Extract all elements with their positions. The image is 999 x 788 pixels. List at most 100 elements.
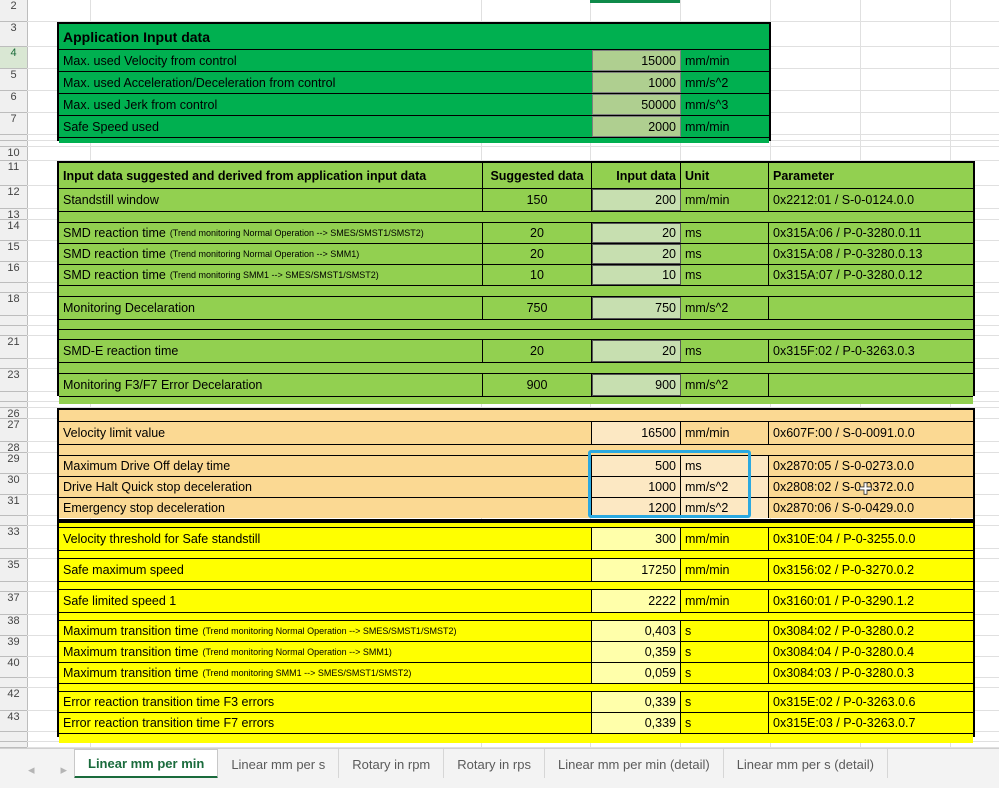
row-value[interactable]: 0,059 <box>592 663 681 683</box>
row-header-19[interactable] <box>0 316 27 326</box>
row-value[interactable]: 0,359 <box>592 642 681 662</box>
row-value[interactable]: 1200 <box>592 498 681 518</box>
row-unit: mm/s^3 <box>681 94 769 115</box>
row-header-31[interactable]: 31 <box>0 495 27 516</box>
sheet-tab-linear-mm-per-min[interactable]: Linear mm per min <box>74 749 219 779</box>
row-header-16[interactable]: 16 <box>0 262 27 283</box>
row-header-43[interactable]: 43 <box>0 711 27 732</box>
row-header-22[interactable] <box>0 359 27 369</box>
grid-area[interactable]: 2 3 4 5 6 7 10 11 12 13 14 15 16 18 21 23 26 27 28 29 30 31 33… <box>0 0 999 748</box>
row-label: SMD reaction time <box>63 226 166 240</box>
row-header-7[interactable]: 7 <box>0 113 27 135</box>
row-header-36[interactable] <box>0 582 27 592</box>
col-header-parameter: Parameter <box>769 163 973 188</box>
sheet-prev-arrow-icon[interactable]: ◂ <box>28 763 35 776</box>
row-header-21[interactable]: 21 <box>0 336 27 359</box>
sheet-tab-linear-mm-per-s-detail[interactable]: Linear mm per s (detail) <box>723 749 888 779</box>
row-value[interactable]: 300 <box>592 528 681 550</box>
sheet-tab-linear-mm-per-min-detail[interactable]: Linear mm per min (detail) <box>544 749 724 779</box>
row-header-20[interactable] <box>0 326 27 336</box>
row-header-37[interactable]: 37 <box>0 592 27 615</box>
row-header-label: 21 <box>7 336 20 348</box>
row-header-label: 35 <box>7 559 20 571</box>
row-header-38[interactable]: 38 <box>0 615 27 636</box>
row-header-label: 43 <box>7 711 20 723</box>
row-header-35[interactable]: 35 <box>0 559 27 582</box>
row-input-value[interactable]: 50000 <box>592 94 681 115</box>
row-input-value[interactable]: 15000 <box>592 50 681 71</box>
sheet-next-arrow-icon[interactable]: ▸ <box>61 763 68 776</box>
row-header-42[interactable]: 42 <box>0 688 27 711</box>
row-header-29[interactable]: 29 <box>0 453 27 474</box>
row-header-label: 3 <box>10 22 17 34</box>
section-derived-input-data: Input data suggested and derived from ap… <box>57 161 975 404</box>
row-value[interactable]: 17250 <box>592 559 681 581</box>
row-suggested-value: 20 <box>483 244 592 264</box>
sheet-tab-rotary-in-rps[interactable]: Rotary in rps <box>444 749 545 779</box>
row-header-12[interactable]: 12 <box>0 186 27 209</box>
row-label-cell: Maximum transition time (Trend monitorin… <box>59 621 592 641</box>
row-header-40[interactable]: 40 <box>0 657 27 678</box>
row-label: Max. used Velocity from control <box>59 50 592 71</box>
row-header-44[interactable] <box>0 732 27 742</box>
row-input-value[interactable]: 20 <box>592 223 681 243</box>
status-bar <box>0 778 999 787</box>
row-header-10[interactable]: 10 <box>0 147 27 161</box>
row-input-value[interactable]: 750 <box>592 297 681 319</box>
row-header-33[interactable]: 33 <box>0 526 27 549</box>
row-value[interactable]: 500 <box>592 456 681 476</box>
row-header-11[interactable]: 11 <box>0 161 27 186</box>
row-header-15[interactable]: 15 <box>0 241 27 262</box>
row-header-41[interactable] <box>0 678 27 688</box>
spacer-row <box>59 683 973 691</box>
row-header-18[interactable]: 18 <box>0 293 27 316</box>
row-header-14[interactable]: 14 <box>0 220 27 241</box>
row-value[interactable]: 1000 <box>592 477 681 497</box>
row-header-24[interactable] <box>0 392 27 402</box>
section-application-input-data: Application Input data Max. used Velocit… <box>57 22 771 143</box>
row-label: Safe Speed used <box>59 116 592 137</box>
sheet-tab-linear-mm-per-s[interactable]: Linear mm per s <box>218 749 340 779</box>
row-header-28[interactable]: 28 <box>0 442 27 453</box>
row-label-detail: (Trend monitoring Normal Operation --> S… <box>169 228 424 238</box>
row-header-34[interactable] <box>0 549 27 559</box>
row-input-value[interactable]: 200 <box>592 189 681 211</box>
row-value[interactable]: 16500 <box>592 422 681 444</box>
row-input-value[interactable]: 10 <box>592 265 681 285</box>
row-value[interactable]: 0,403 <box>592 621 681 641</box>
row-header-13[interactable]: 13 <box>0 209 27 220</box>
row-header-label: 42 <box>7 688 20 700</box>
row-header-3[interactable]: 3 <box>0 22 27 47</box>
row-input-value[interactable]: 20 <box>592 340 681 362</box>
row-parameter: 0x2808:02 / S-0-0372.0.0 <box>769 477 973 497</box>
row-label-cell: Monitoring F3/F7 Error Decelaration <box>59 374 483 396</box>
row-label: Maximum Drive Off delay time <box>59 456 592 476</box>
row-label: Emergency stop deceleration <box>59 498 592 518</box>
row-header-17[interactable] <box>0 283 27 293</box>
row-parameter: 0x315E:03 / P-0-3263.0.7 <box>769 713 973 733</box>
row-header-32[interactable] <box>0 516 27 526</box>
row-value[interactable]: 0,339 <box>592 692 681 712</box>
row-header-26[interactable]: 26 <box>0 408 27 419</box>
row-header-2[interactable]: 2 <box>0 0 27 22</box>
spacer-row <box>59 211 973 222</box>
row-header-5[interactable]: 5 <box>0 69 27 91</box>
table-row: Monitoring Decelaration 750 750 mm/s^2 <box>59 296 973 319</box>
row-header-label: 29 <box>7 453 20 465</box>
row-input-value[interactable]: 20 <box>592 244 681 264</box>
row-value[interactable]: 2222 <box>592 590 681 612</box>
row-input-value[interactable]: 2000 <box>592 116 681 137</box>
row-header-39[interactable]: 39 <box>0 636 27 657</box>
table-row: Standstill window 150 200 mm/min 0x2212:… <box>59 188 973 211</box>
row-header-23[interactable]: 23 <box>0 369 27 392</box>
row-header-6[interactable]: 6 <box>0 91 27 113</box>
row-header-30[interactable]: 30 <box>0 474 27 495</box>
row-input-value[interactable]: 1000 <box>592 72 681 93</box>
row-header-4[interactable]: 4 <box>0 47 27 69</box>
row-input-value[interactable]: 900 <box>592 374 681 396</box>
sheet-tab-rotary-in-rpm[interactable]: Rotary in rpm <box>339 749 445 779</box>
row-header-gutter[interactable]: 2 3 4 5 6 7 10 11 12 13 14 15 16 18 21 23 26 27 28 29 30 31 33… <box>0 0 28 748</box>
row-value[interactable]: 0,339 <box>592 713 681 733</box>
row-header-label: 11 <box>7 161 20 173</box>
row-header-27[interactable]: 27 <box>0 419 27 442</box>
